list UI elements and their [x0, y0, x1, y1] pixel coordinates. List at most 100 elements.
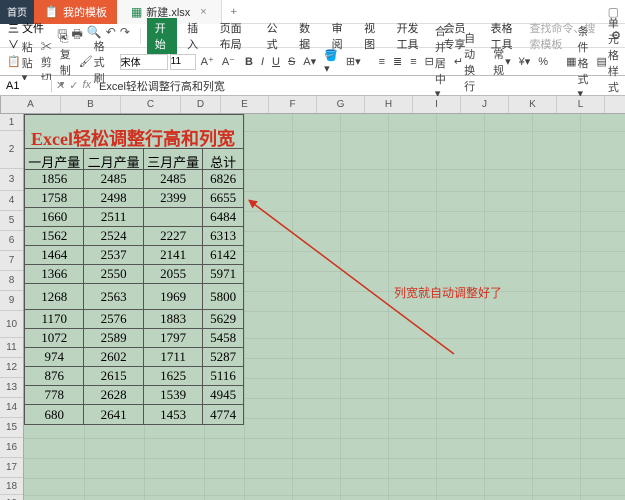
table-cell: 1539 — [144, 386, 203, 404]
row-header-19[interactable]: 19 — [0, 495, 23, 500]
row-header-11[interactable]: 11 — [0, 338, 23, 358]
align-left-icon[interactable]: ≡ — [376, 55, 388, 69]
cell-style-button[interactable]: ▤单元格样式▾ — [593, 14, 621, 109]
table-cell: 1562 — [25, 227, 84, 245]
table-cell: 5287 — [203, 348, 243, 366]
row-header-14[interactable]: 14 — [0, 398, 23, 418]
table-cell: 1072 — [25, 329, 84, 347]
align-center-icon[interactable]: ≣ — [390, 54, 405, 69]
col-header-K[interactable]: K — [509, 96, 557, 113]
row-header-8[interactable]: 8 — [0, 271, 23, 291]
table-cell: 5629 — [203, 310, 243, 328]
col-header-M[interactable]: M — [605, 96, 625, 113]
table-cell: 778 — [25, 386, 84, 404]
table-cell: 1366 — [25, 265, 84, 283]
row-header-1[interactable]: 1 — [0, 114, 23, 131]
font-size-select[interactable] — [170, 54, 196, 70]
row-header-3[interactable]: 3 — [0, 169, 23, 191]
row-header-15[interactable]: 15 — [0, 418, 23, 438]
font-color-button[interactable]: A▾ — [300, 54, 319, 69]
col-header-C[interactable]: C — [121, 96, 181, 113]
table-cell: 6142 — [203, 246, 243, 264]
border-button[interactable]: ⊞▾ — [343, 54, 364, 69]
table-row: 1170257618835629 — [25, 310, 243, 329]
tab-close-icon[interactable]: × — [200, 6, 206, 18]
row-header-12[interactable]: 12 — [0, 358, 23, 378]
table-cell: 5458 — [203, 329, 243, 347]
formula-input[interactable]: Excel轻松调整行高和列宽 — [95, 78, 625, 94]
col-header-F[interactable]: F — [269, 96, 317, 113]
spreadsheet-icon: ▦ — [131, 5, 142, 19]
table-cell: 1797 — [144, 329, 203, 347]
table-cell: 1883 — [144, 310, 203, 328]
table-cell: 2563 — [84, 284, 143, 309]
table-row: 1758249823996655 — [25, 189, 243, 208]
table-cell: 2524 — [84, 227, 143, 245]
row-header-9[interactable]: 9 — [0, 291, 23, 311]
redo-icon[interactable]: ↷ — [120, 25, 130, 46]
table-cell: 2141 — [144, 246, 203, 264]
row-header-10[interactable]: 10 — [0, 311, 23, 338]
table-cell: 2628 — [84, 386, 143, 404]
currency-button[interactable]: ¥▾ — [516, 54, 534, 69]
row-header-7[interactable]: 7 — [0, 251, 23, 271]
underline-button[interactable]: U — [269, 55, 283, 69]
table-cell: 1711 — [144, 348, 203, 366]
table-cell: 2589 — [84, 329, 143, 347]
font-decrease-icon[interactable]: A⁻ — [219, 54, 238, 69]
table-cell: 2537 — [84, 246, 143, 264]
col-header-L[interactable]: L — [557, 96, 605, 113]
table-row: 876261516255116 — [25, 367, 243, 386]
tab-templates-label: 我的模板 — [63, 4, 107, 20]
row-header-2[interactable]: 2 — [0, 131, 23, 169]
col-header-B[interactable]: B — [61, 96, 121, 113]
fill-color-button[interactable]: 🪣▾ — [321, 48, 341, 76]
col-header-D[interactable]: D — [181, 96, 221, 113]
row-header-18[interactable]: 18 — [0, 478, 23, 495]
col-header-J[interactable]: J — [461, 96, 509, 113]
cancel-icon[interactable]: ✕ — [56, 79, 65, 92]
col-header-I[interactable]: I — [413, 96, 461, 113]
font-increase-icon[interactable]: A⁺ — [198, 54, 217, 69]
table-cell: 2055 — [144, 265, 203, 283]
align-right-icon[interactable]: ≡ — [407, 55, 419, 69]
row-header-16[interactable]: 16 — [0, 438, 23, 458]
fx-icon[interactable]: fx — [82, 79, 91, 92]
number-format-select[interactable]: 常规▾ — [490, 45, 514, 79]
table-cell: 680 — [25, 405, 84, 424]
table-row: 974260217115287 — [25, 348, 243, 367]
col-header-H[interactable]: H — [365, 96, 413, 113]
table-cell: 1856 — [25, 170, 84, 188]
row-header-5[interactable]: 5 — [0, 211, 23, 231]
row-header-13[interactable]: 13 — [0, 378, 23, 398]
row-headers: 12345678910111213141516171819 — [0, 114, 24, 500]
col-header-G[interactable]: G — [317, 96, 365, 113]
table-cell: 5116 — [203, 367, 243, 385]
font-name-select[interactable] — [120, 54, 168, 70]
table-cell: 2485 — [144, 170, 203, 188]
strike-button[interactable]: S — [285, 55, 298, 69]
row-header-6[interactable]: 6 — [0, 231, 23, 251]
table-cell: 2550 — [84, 265, 143, 283]
ribbon-tab-开始[interactable]: 开始 — [147, 18, 177, 54]
data-table: Excel轻松调整行高和列宽 一月产量二月产量三月产量总计 1856248524… — [24, 114, 244, 425]
percent-button[interactable]: % — [535, 55, 551, 69]
paste-button[interactable]: 📋粘贴▾ — [4, 38, 36, 85]
table-header-cell: 一月产量 — [25, 149, 84, 169]
table-cell: 2227 — [144, 227, 203, 245]
table-cell: 2641 — [84, 405, 143, 424]
cells-area[interactable]: Excel轻松调整行高和列宽 一月产量二月产量三月产量总计 1856248524… — [24, 114, 625, 500]
bold-button[interactable]: B — [242, 55, 256, 69]
row-header-4[interactable]: 4 — [0, 191, 23, 211]
table-row: 1366255020555971 — [25, 265, 243, 284]
name-box[interactable]: A1 — [0, 80, 52, 92]
col-header-E[interactable]: E — [221, 96, 269, 113]
row-header-17[interactable]: 17 — [0, 458, 23, 478]
col-header-A[interactable]: A — [1, 96, 61, 113]
enter-icon[interactable]: ✓ — [69, 79, 78, 92]
italic-button[interactable]: I — [258, 55, 267, 69]
table-cell: 2485 — [84, 170, 143, 188]
ribbon-tab-插入[interactable]: 插入 — [179, 18, 209, 54]
table-cell: 2602 — [84, 348, 143, 366]
table-row: 1072258917975458 — [25, 329, 243, 348]
